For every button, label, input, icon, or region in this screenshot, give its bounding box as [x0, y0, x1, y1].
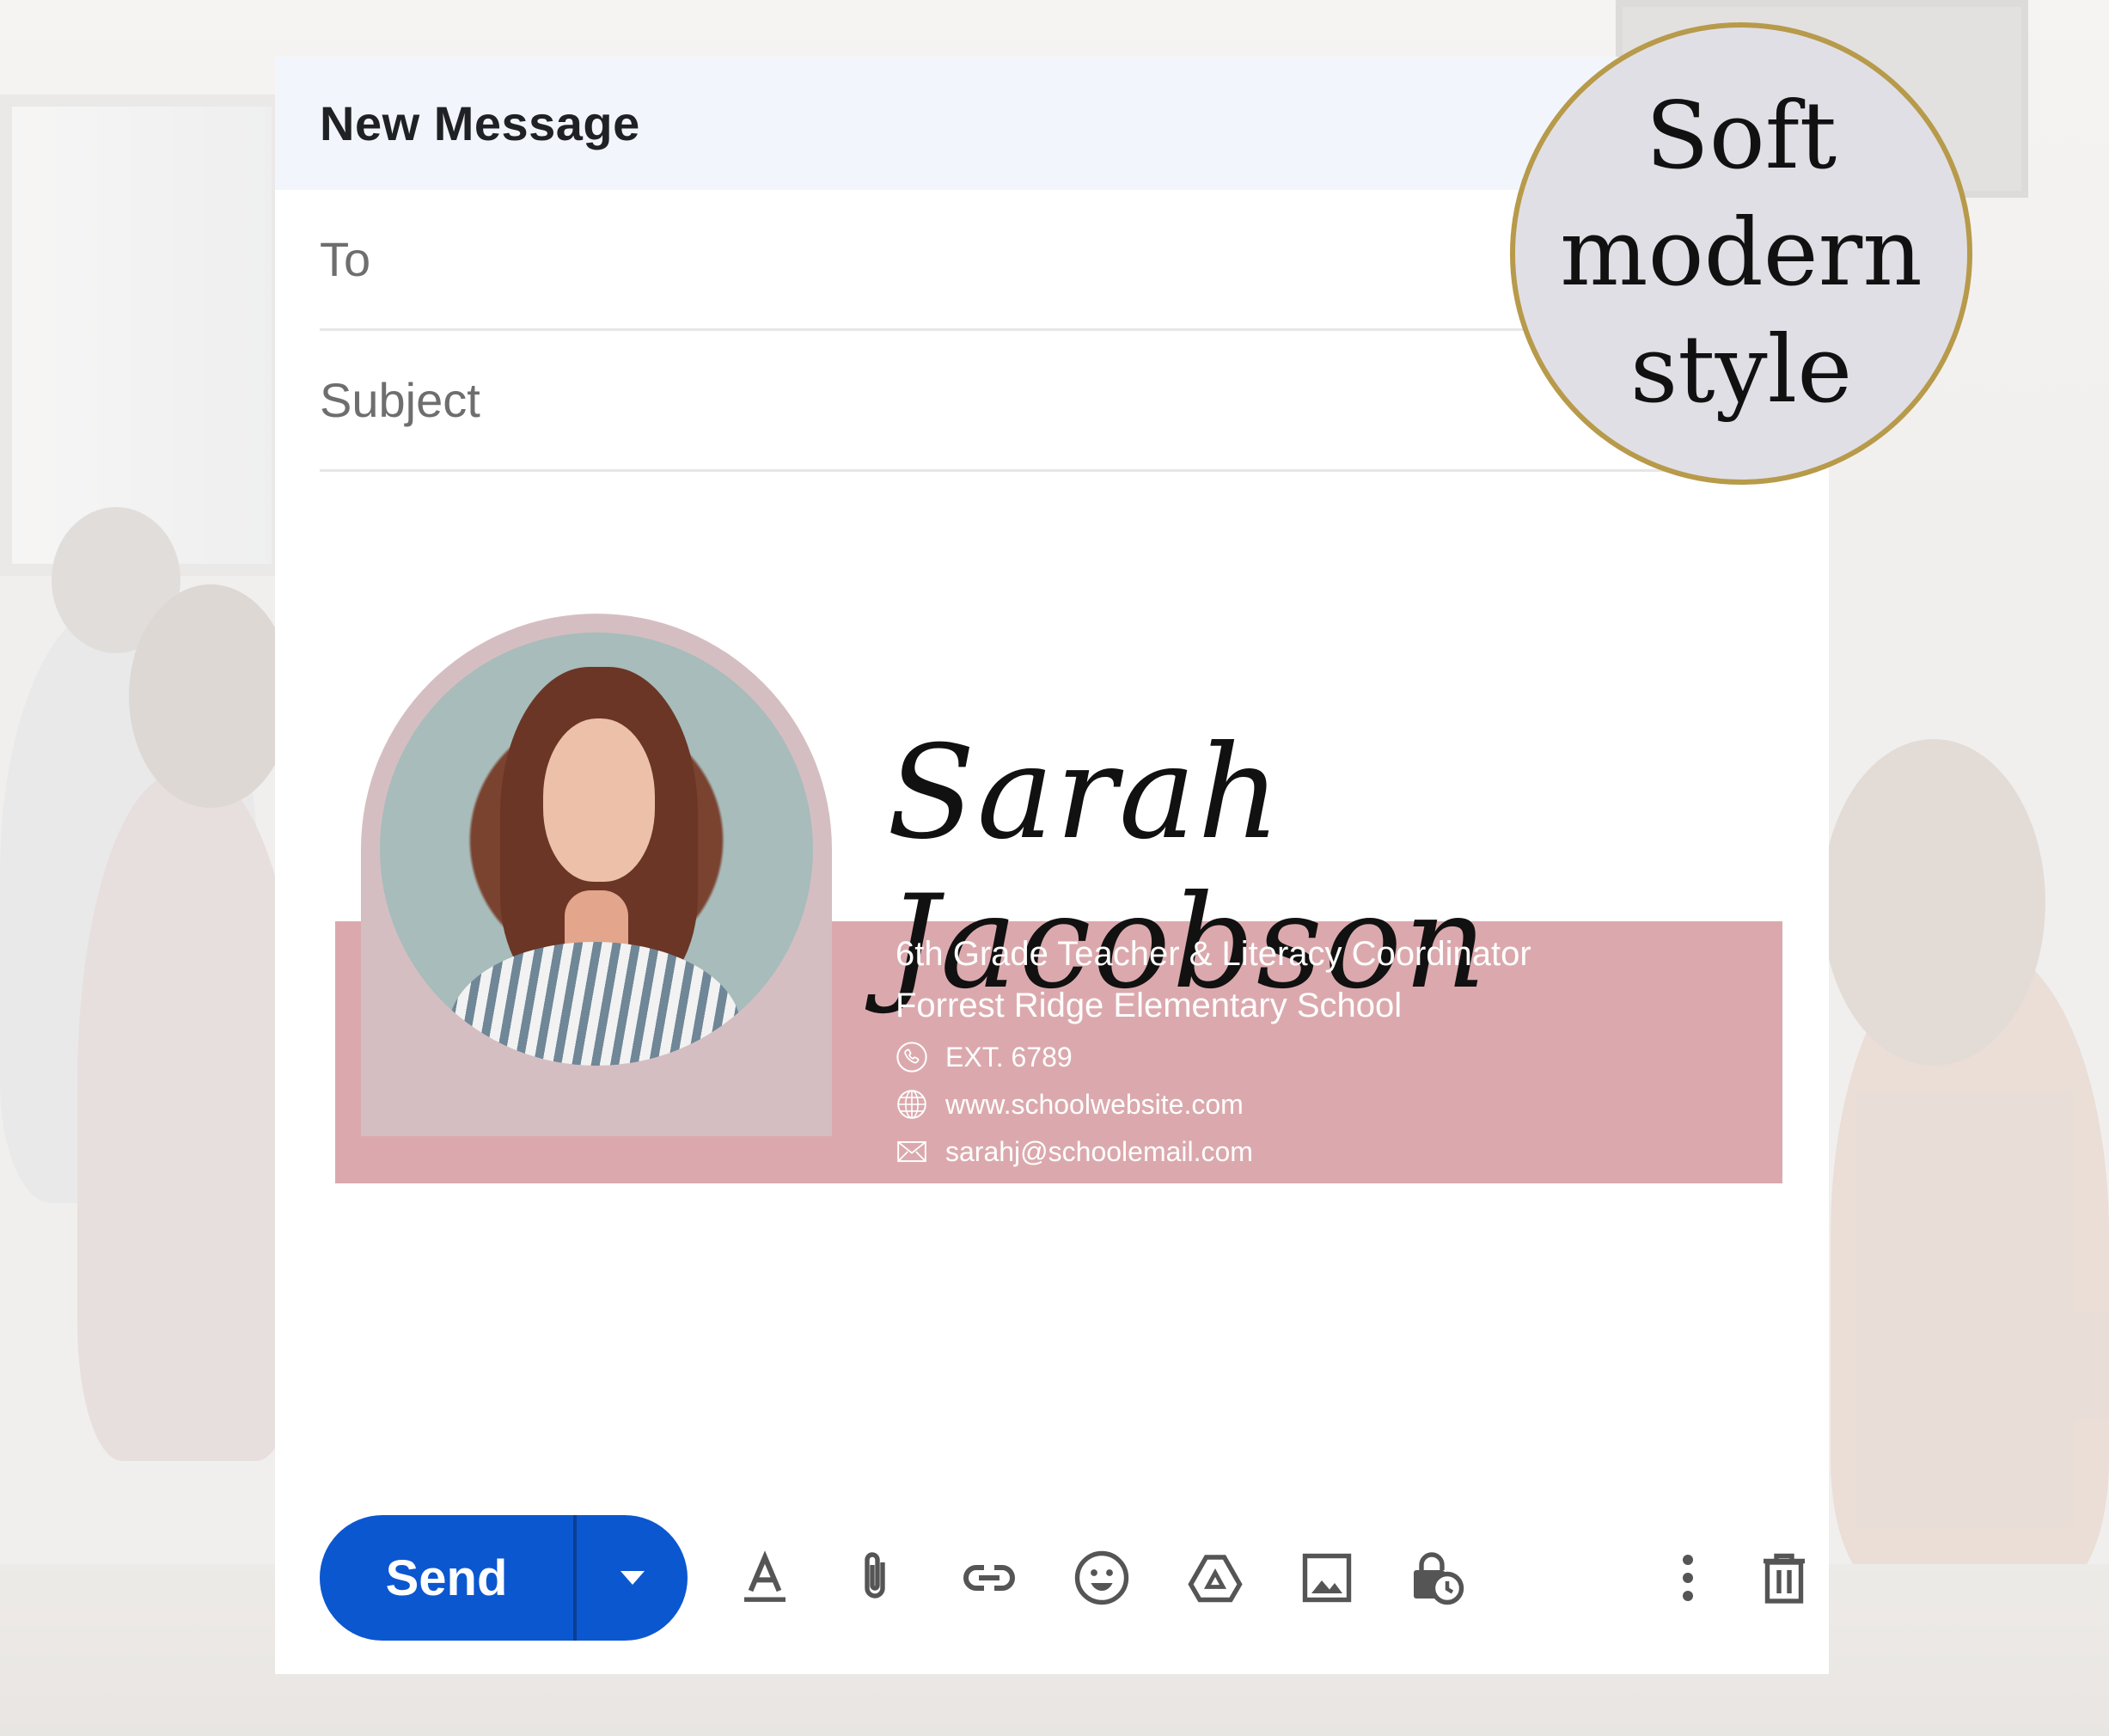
- more-options-icon: [1683, 1555, 1693, 1601]
- badge-line-1: Soft: [1645, 83, 1837, 190]
- confidential-mode-button[interactable]: [1403, 1543, 1471, 1612]
- profile-photo: [380, 633, 813, 1066]
- send-options-button[interactable]: [577, 1568, 688, 1588]
- insert-link-button[interactable]: [955, 1543, 1024, 1612]
- badge-line-2: modern: [1560, 199, 1923, 307]
- signature-school: Forrest Ridge Elementary School: [896, 987, 1403, 1024]
- format-text-button[interactable]: [731, 1543, 799, 1612]
- drive-icon: [1188, 1555, 1243, 1603]
- subject-label: Subject: [320, 373, 480, 427]
- send-button-group: Send: [320, 1515, 688, 1641]
- signature-phone: EXT. 6789: [896, 1041, 1073, 1073]
- style-badge: Soft modern style: [1510, 22, 1972, 485]
- globe-icon: [897, 1090, 926, 1119]
- insert-photo-button[interactable]: [1293, 1543, 1361, 1612]
- confidential-icon: [1414, 1552, 1464, 1605]
- discard-button[interactable]: [1750, 1543, 1819, 1612]
- link-icon: [963, 1565, 1015, 1591]
- more-options-button[interactable]: [1654, 1543, 1722, 1612]
- caret-down-icon: [620, 1571, 645, 1585]
- trash-icon: [1764, 1553, 1805, 1604]
- emoji-button[interactable]: [1067, 1543, 1136, 1612]
- email-text[interactable]: sarahj@schoolemail.com: [945, 1136, 1253, 1168]
- drive-button[interactable]: [1181, 1543, 1250, 1612]
- signature-website[interactable]: www.schoolwebsite.com: [896, 1088, 1244, 1121]
- send-button[interactable]: Send: [320, 1550, 573, 1607]
- envelope-icon: [897, 1140, 926, 1163]
- website-text[interactable]: www.schoolwebsite.com: [945, 1089, 1244, 1121]
- signature-role: 6th Grade Teacher & Literacy Coordinator: [896, 935, 1531, 973]
- attach-icon: [865, 1552, 885, 1598]
- badge-line-3: style: [1629, 316, 1853, 424]
- compose-title: New Message: [320, 96, 640, 150]
- signature-email[interactable]: sarahj@schoolemail.com: [896, 1135, 1253, 1168]
- to-label: To: [320, 232, 371, 286]
- attach-button[interactable]: [841, 1543, 909, 1612]
- format-text-icon: [744, 1550, 786, 1602]
- emoji-icon: [1074, 1550, 1129, 1605]
- phone-icon: [896, 1042, 927, 1073]
- phone-text: EXT. 6789: [945, 1041, 1073, 1073]
- image-icon: [1302, 1553, 1352, 1603]
